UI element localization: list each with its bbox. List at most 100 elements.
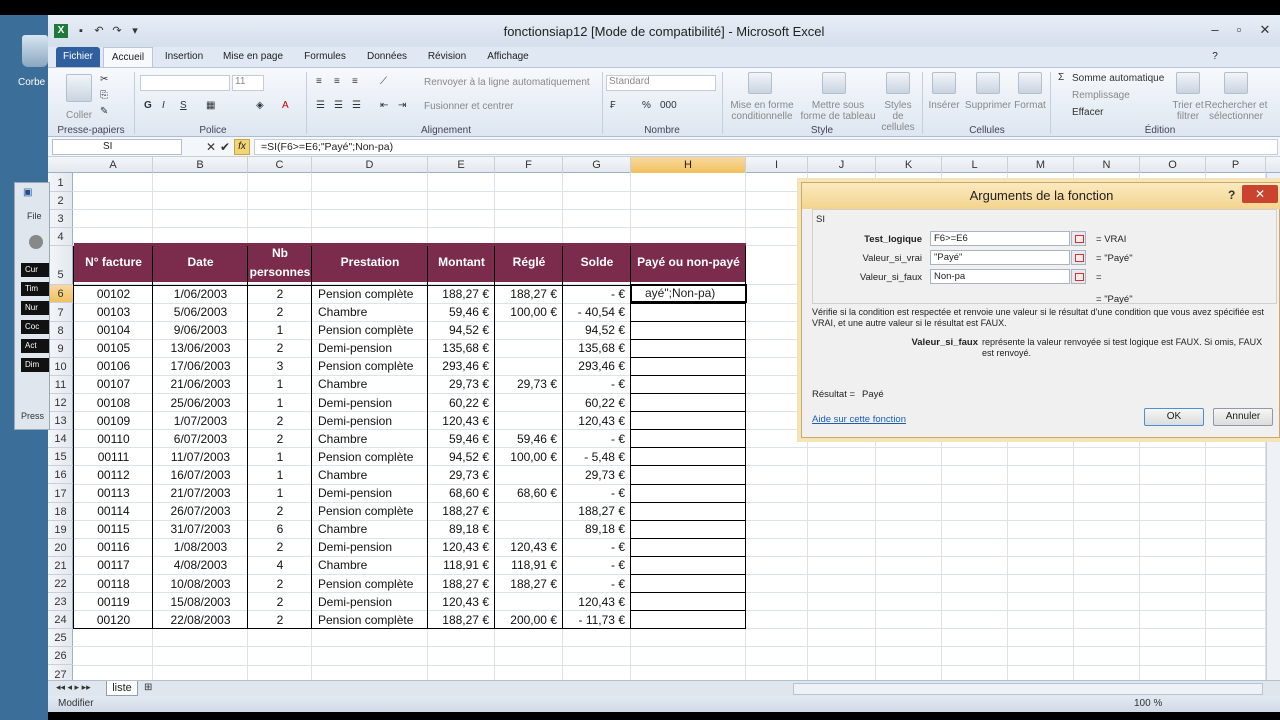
table-cell[interactable]: - € <box>563 286 631 304</box>
row-header-1[interactable]: 1 <box>48 174 73 193</box>
number-format-combo[interactable]: Standard <box>606 75 716 91</box>
column-header-a[interactable]: A <box>74 157 153 173</box>
table-cell[interactable]: 6/07/2003 <box>153 431 248 449</box>
table-cell[interactable]: 6 <box>248 521 312 539</box>
font-size-combo[interactable]: 11 <box>232 75 264 91</box>
insert-cells-button[interactable]: Insérer <box>926 100 962 111</box>
delete-cells-button[interactable]: Supprimer <box>962 100 1014 111</box>
table-cell[interactable]: 00110 <box>74 431 153 449</box>
table-cell[interactable]: 00114 <box>74 503 153 521</box>
find-select-button[interactable]: Rechercher et sélectionner <box>1204 100 1268 122</box>
table-cell[interactable]: 89,18 € <box>563 521 631 539</box>
table-cell[interactable]: 13/06/2003 <box>153 340 248 358</box>
table-cell[interactable]: 1 <box>248 467 312 485</box>
align-center-icon[interactable]: ☰ <box>334 100 343 111</box>
panel-item[interactable]: Nur <box>21 301 49 315</box>
table-cell[interactable]: 293,46 € <box>428 358 495 376</box>
table-header-cell[interactable]: Date <box>153 243 248 282</box>
table-cell[interactable]: 16/07/2003 <box>153 467 248 485</box>
zoom-level[interactable]: 100 % <box>1134 698 1162 709</box>
row-header-20[interactable]: 20 <box>48 539 73 557</box>
table-cell[interactable]: 00105 <box>74 340 153 358</box>
panel-item[interactable]: Tim <box>21 282 49 296</box>
table-cell[interactable]: Chambre <box>312 521 428 539</box>
table-cell[interactable]: Demi-pension <box>312 539 428 557</box>
tab-mise-en-page[interactable]: Mise en page <box>218 47 288 67</box>
delete-cells-icon[interactable] <box>976 72 1000 94</box>
table-cell[interactable]: 2 <box>248 503 312 521</box>
row-header-4[interactable]: 4 <box>48 228 73 247</box>
table-cell[interactable] <box>495 340 563 358</box>
find-select-icon[interactable] <box>1224 72 1248 94</box>
insert-function-icon[interactable]: fx <box>234 139 250 155</box>
row-header-13[interactable]: 13 <box>48 412 73 431</box>
table-cell[interactable]: 10/08/2003 <box>153 576 248 594</box>
column-header-j[interactable]: J <box>808 157 876 173</box>
table-cell[interactable]: Chambre <box>312 376 428 394</box>
table-cell[interactable]: 94,52 € <box>428 322 495 340</box>
table-cell[interactable]: 00120 <box>74 612 153 630</box>
table-cell[interactable]: - € <box>563 557 631 575</box>
italic-button[interactable]: I <box>162 100 165 111</box>
autosum-button[interactable]: Somme automatique <box>1072 73 1164 84</box>
table-cell[interactable]: Demi-pension <box>312 594 428 612</box>
table-cell[interactable]: 60,22 € <box>428 395 495 413</box>
clear-button[interactable]: Effacer <box>1072 107 1104 118</box>
table-cell[interactable]: Demi-pension <box>312 413 428 431</box>
table-cell[interactable]: 11/07/2003 <box>153 449 248 467</box>
column-header-b[interactable]: B <box>153 157 248 173</box>
outdent-icon[interactable]: ⇥ <box>398 100 406 111</box>
row-header-12[interactable]: 12 <box>48 394 73 413</box>
table-cell[interactable]: Pension complète <box>312 322 428 340</box>
table-cell[interactable]: - € <box>563 485 631 503</box>
table-cell[interactable]: 1/08/2003 <box>153 539 248 557</box>
fill-button[interactable]: Remplissage <box>1072 90 1130 101</box>
table-cell[interactable]: Chambre <box>312 467 428 485</box>
collapse-dialog-icon[interactable] <box>1071 250 1086 265</box>
row-header-15[interactable]: 15 <box>48 448 73 467</box>
recycle-bin-icon[interactable] <box>22 35 48 67</box>
autosum-icon[interactable]: Σ <box>1058 72 1064 83</box>
formula-input[interactable]: =SI(F6>=E6;"Payé";Non-pa) <box>254 139 1278 155</box>
tab-fichier[interactable]: Fichier <box>56 47 100 67</box>
column-header-l[interactable]: L <box>942 157 1008 173</box>
orientation-icon[interactable]: ⟋ <box>380 76 387 87</box>
borders-icon[interactable]: ▦ <box>206 100 215 111</box>
table-header-cell[interactable]: N° facture <box>74 243 153 282</box>
help-link[interactable]: Aide sur cette fonction <box>812 414 906 425</box>
column-header-d[interactable]: D <box>312 157 428 173</box>
paste-button[interactable]: Coller <box>66 110 92 121</box>
cell-styles-icon[interactable] <box>886 72 910 94</box>
panel-file[interactable]: File <box>27 211 42 221</box>
table-cell[interactable] <box>495 322 563 340</box>
table-cell[interactable]: 00108 <box>74 395 153 413</box>
table-cell[interactable]: - 40,54 € <box>563 304 631 322</box>
table-cell[interactable]: 00117 <box>74 557 153 575</box>
table-cell[interactable]: 00113 <box>74 485 153 503</box>
panel-item[interactable]: Cur <box>21 263 49 277</box>
minimize-icon[interactable]: – <box>1204 21 1226 39</box>
table-cell[interactable]: 94,52 € <box>563 322 631 340</box>
table-cell[interactable]: 2 <box>248 539 312 557</box>
table-cell[interactable]: 118,91 € <box>428 557 495 575</box>
column-header-k[interactable]: K <box>876 157 942 173</box>
row-header-24[interactable]: 24 <box>48 611 73 630</box>
panel-item[interactable]: Act <box>21 339 49 353</box>
table-cell[interactable]: 29,73 € <box>428 467 495 485</box>
font-color-icon[interactable]: A <box>282 100 289 111</box>
tab-insertion[interactable]: Insertion <box>158 47 210 67</box>
arg-input-test-logique[interactable]: F6>=E6 <box>930 231 1070 246</box>
collapse-dialog-icon[interactable] <box>1071 269 1086 284</box>
table-cell[interactable]: 4 <box>248 557 312 575</box>
table-cell[interactable]: 59,46 € <box>495 431 563 449</box>
conditional-format-icon[interactable] <box>748 72 772 94</box>
table-cell[interactable]: 2 <box>248 304 312 322</box>
conditional-format-button[interactable]: Mise en forme conditionnelle <box>726 100 798 122</box>
table-cell[interactable]: 21/07/2003 <box>153 485 248 503</box>
table-cell[interactable]: 135,68 € <box>428 340 495 358</box>
table-cell[interactable]: 188,27 € <box>428 503 495 521</box>
table-cell[interactable]: - € <box>563 376 631 394</box>
column-header-m[interactable]: M <box>1008 157 1074 173</box>
table-cell[interactable]: 120,43 € <box>563 413 631 431</box>
table-cell[interactable]: 120,43 € <box>428 413 495 431</box>
